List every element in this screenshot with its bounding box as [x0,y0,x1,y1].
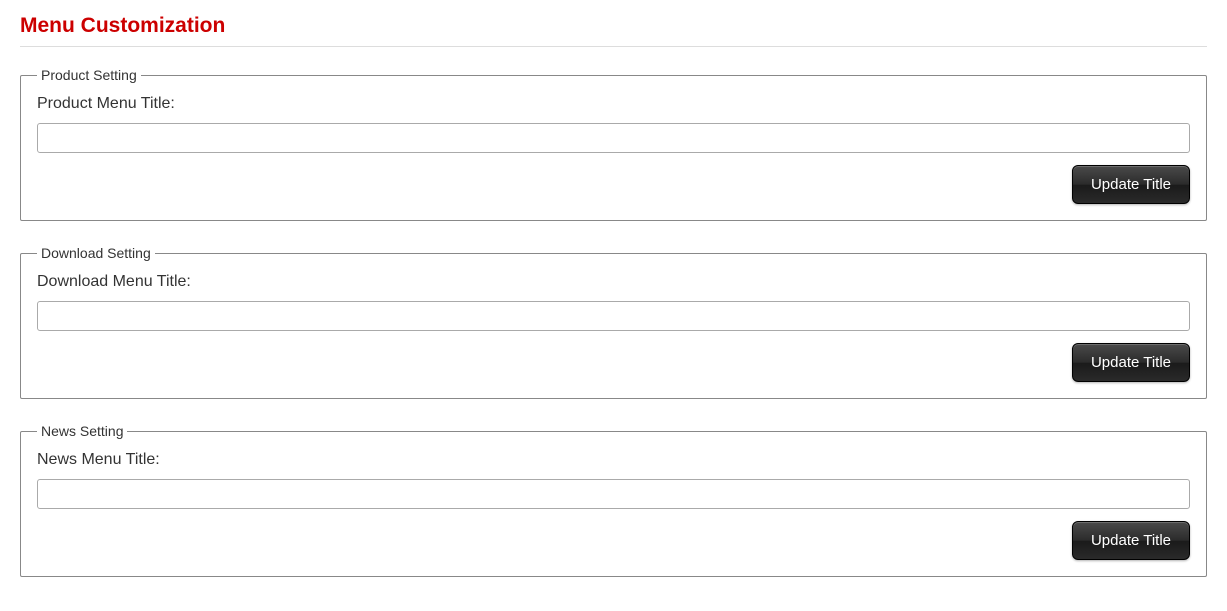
product-setting-fieldset: Product Setting Product Menu Title: Upda… [20,67,1207,221]
news-setting-fieldset: News Setting News Menu Title: Update Tit… [20,423,1207,577]
page-title: Menu Customization [20,14,1207,38]
news-menu-title-label: News Menu Title: [37,451,1190,469]
download-setting-fieldset: Download Setting Download Menu Title: Up… [20,245,1207,399]
download-menu-title-input[interactable] [37,301,1190,331]
news-menu-title-input[interactable] [37,479,1190,509]
product-menu-title-label: Product Menu Title: [37,95,1190,113]
title-divider [20,46,1207,47]
product-update-title-button[interactable]: Update Title [1072,165,1190,204]
download-update-title-button[interactable]: Update Title [1072,343,1190,382]
download-setting-legend: Download Setting [37,245,155,261]
news-update-title-button[interactable]: Update Title [1072,521,1190,560]
news-setting-legend: News Setting [37,423,127,439]
product-menu-title-input[interactable] [37,123,1190,153]
product-setting-legend: Product Setting [37,67,141,83]
download-menu-title-label: Download Menu Title: [37,273,1190,291]
